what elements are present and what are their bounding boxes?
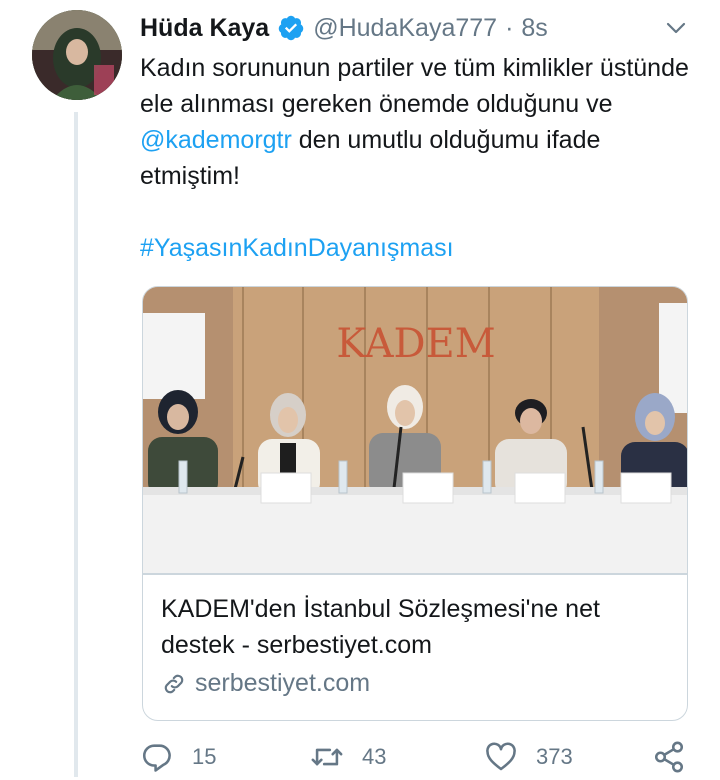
reply-button[interactable]: 15 <box>140 740 216 774</box>
chevron-down-icon[interactable] <box>664 16 688 40</box>
share-button[interactable] <box>652 740 704 774</box>
action-bar: 15 43 373 <box>140 740 700 780</box>
separator-dot: · <box>505 13 514 42</box>
avatar-image <box>32 10 122 100</box>
retweet-count: 43 <box>362 744 387 769</box>
tweet-header: Hüda Kaya @HudaKaya777 · 8s <box>140 8 548 48</box>
reply-icon <box>142 744 171 772</box>
sign-text: KADEM <box>336 321 495 367</box>
heart-icon <box>486 742 516 771</box>
card-image[interactable]: KADEM <box>143 287 688 573</box>
card-title[interactable]: KADEM'den İstanbul Sözleşmesi'ne net des… <box>161 591 671 663</box>
retweet-icon <box>311 748 343 766</box>
card-divider <box>143 573 687 575</box>
like-button[interactable]: 373 <box>484 740 573 774</box>
tweet-timestamp[interactable]: 8s <box>521 14 547 43</box>
reply-count: 15 <box>192 744 217 769</box>
retweet-button[interactable]: 43 <box>310 740 386 774</box>
hashtag-link[interactable]: #YaşasınKadınDayanışması <box>140 230 454 266</box>
author-name[interactable]: Hüda Kaya <box>140 14 269 43</box>
tweet-text-part: Kadın sorununun partiler ve tüm kimlikle… <box>140 54 689 118</box>
card-domain-row[interactable]: serbestiyet.com <box>161 669 370 698</box>
link-icon <box>164 674 184 693</box>
tweet-text: Kadın sorununun partiler ve tüm kimlikle… <box>140 50 690 194</box>
card-domain: serbestiyet.com <box>195 669 371 697</box>
share-icon <box>654 741 684 773</box>
avatar[interactable] <box>32 10 122 100</box>
verified-badge-icon <box>278 15 304 41</box>
link-preview-card[interactable]: KADEM KADEM'den İstanbul Sözleşmesi'ne n… <box>142 286 688 721</box>
mention-link[interactable]: @kademorgtr <box>140 126 292 154</box>
like-count: 373 <box>536 744 573 769</box>
thread-line <box>74 112 78 777</box>
author-handle[interactable]: @HudaKaya777 <box>313 14 497 43</box>
